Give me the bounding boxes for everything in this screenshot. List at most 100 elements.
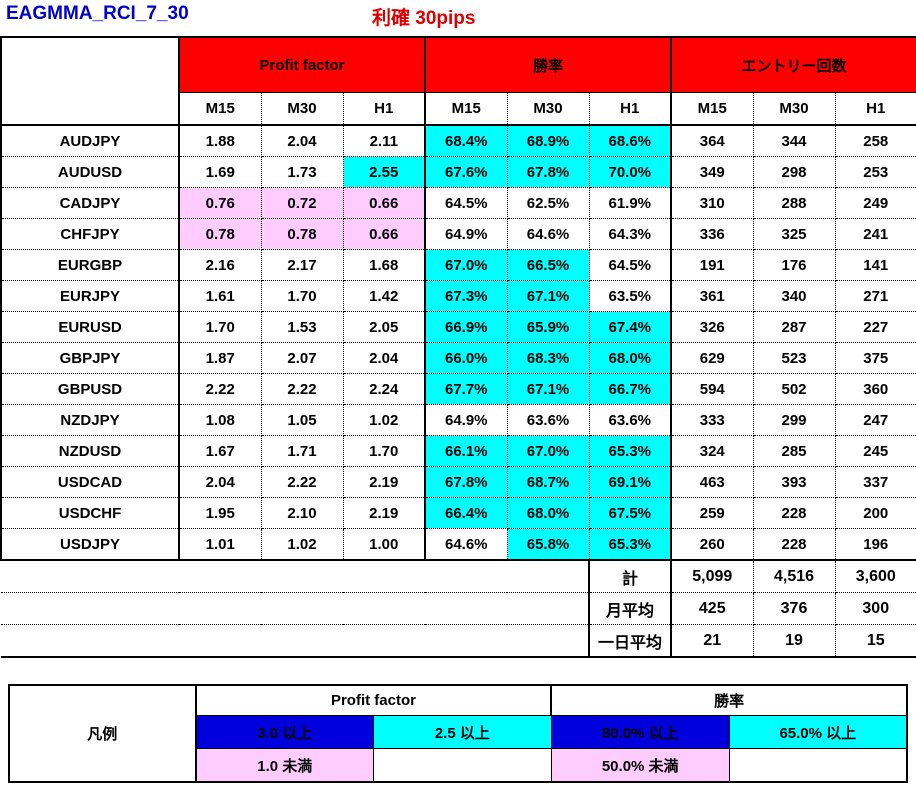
summary-label: 月平均 (588, 592, 672, 625)
cell-pf-h1: 2.19 (342, 466, 427, 498)
title-bar: EAGMMA_RCI_7_30 利確 30pips (0, 0, 916, 36)
cell-pf-h1: 0.66 (342, 218, 427, 250)
currency-pair-label: USDCHF (0, 497, 180, 529)
cell-entries-m15: 463 (670, 466, 754, 498)
summary-blank-cell (1, 559, 590, 593)
cell-wr-m15: 64.6% (424, 528, 508, 561)
th-en-m15: M15 (670, 92, 754, 126)
cell-pf-m15: 1.87 (178, 342, 262, 374)
table-legend-spacer (0, 658, 916, 684)
cell-pf-m15: 2.16 (178, 249, 262, 281)
cell-pf-m30: 2.10 (260, 497, 344, 529)
cell-entries-h1: 247 (834, 404, 916, 436)
summary-blank-cell (1, 592, 590, 625)
table-row: EURGBP 2.16 2.17 1.68 67.0% 66.5% 64.5% 191 176 1… (0, 249, 916, 281)
cell-wr-m15: 66.4% (424, 497, 508, 529)
summary-body: 計 5,099 4,516 3,600 月平均 425 376 300 一日平均 21 19 15 (1, 559, 916, 658)
table-body: AUDJPY 1.88 2.04 2.11 68.4% 68.9% 68.6% 364 344 2… (0, 124, 916, 561)
cell-wr-m15: 64.9% (424, 218, 508, 250)
summary-value-m15: 5,099 (670, 559, 754, 593)
cell-pf-h1: 2.19 (342, 497, 427, 529)
table-row: AUDUSD 1.69 1.73 2.55 67.6% 67.8% 70.0% 349 298 2… (0, 156, 916, 188)
cell-entries-h1: 141 (834, 249, 916, 281)
cell-entries-m15: 326 (670, 311, 754, 343)
cell-wr-m15: 64.9% (424, 404, 508, 436)
cell-pf-h1: 2.04 (342, 342, 427, 374)
cell-entries-m15: 259 (670, 497, 754, 529)
cell-wr-h1: 64.5% (588, 249, 673, 281)
legend-header-win-rate: 勝率 (551, 684, 908, 716)
cell-entries-m15: 260 (670, 528, 754, 561)
summary-value-m15: 21 (670, 624, 754, 658)
cell-entries-m15: 333 (670, 404, 754, 436)
table-row: EURJPY 1.61 1.70 1.42 67.3% 67.1% 63.5% 361 340 2… (0, 280, 916, 312)
cell-pf-m15: 1.70 (178, 311, 262, 343)
cell-entries-m30: 285 (752, 435, 836, 467)
group-header-profit-factor: Profit factor (177, 36, 427, 93)
cell-pf-h1: 2.55 (342, 156, 427, 188)
currency-pair-label: USDJPY (0, 528, 180, 561)
results-table: Profit factor 勝率 エントリー回数 M15 M30 H1 M15 … (0, 36, 916, 658)
cell-entries-m15: 594 (670, 373, 754, 405)
cell-entries-m30: 228 (752, 528, 836, 561)
cell-wr-h1: 68.0% (588, 342, 673, 374)
cell-wr-h1: 64.3% (588, 218, 673, 250)
cell-pf-h1: 0.66 (342, 187, 427, 219)
legend-cell-wr-mid: 65.0% 以上 (728, 715, 908, 749)
cell-wr-m15: 67.7% (424, 373, 508, 405)
cell-pf-h1: 2.05 (342, 311, 427, 343)
summary-value-m30: 4,516 (752, 559, 836, 593)
cell-wr-m30: 63.6% (506, 404, 590, 436)
cell-pf-m30: 0.78 (260, 218, 344, 250)
table-row: GBPUSD 2.22 2.22 2.24 67.7% 67.1% 66.7% 594 502 3… (0, 373, 916, 405)
group-header-entry-count: エントリー回数 (670, 36, 916, 93)
cell-wr-h1: 65.3% (588, 528, 673, 561)
cell-entries-m30: 287 (752, 311, 836, 343)
cell-pf-m30: 2.22 (260, 373, 344, 405)
cell-pf-m30: 1.71 (260, 435, 344, 467)
cell-pf-m15: 1.08 (178, 404, 262, 436)
cell-entries-m30: 344 (752, 124, 836, 157)
cell-wr-m15: 68.4% (424, 124, 508, 157)
cell-wr-m30: 64.6% (506, 218, 590, 250)
legend-cell-pf-mid: 2.5 以上 (372, 715, 552, 749)
cell-wr-h1: 67.5% (588, 497, 673, 529)
cell-wr-m30: 68.3% (506, 342, 590, 374)
summary-label: 計 (588, 559, 672, 593)
currency-pair-label: CHFJPY (0, 218, 180, 250)
cell-wr-m30: 68.0% (506, 497, 590, 529)
th-pf-m15: M15 (178, 92, 262, 126)
table-header: Profit factor 勝率 エントリー回数 M15 M30 H1 M15 … (0, 36, 916, 126)
cell-wr-m30: 67.8% (506, 156, 590, 188)
cell-wr-h1: 65.3% (588, 435, 673, 467)
table-row: USDCHF 1.95 2.10 2.19 66.4% 68.0% 67.5% 259 228 2… (0, 497, 916, 529)
currency-pair-label: NZDJPY (0, 404, 180, 436)
currency-pair-label: CADJPY (0, 187, 180, 219)
cell-entries-m15: 324 (670, 435, 754, 467)
summary-label: 一日平均 (588, 624, 672, 658)
table-row: NZDJPY 1.08 1.05 1.02 64.9% 63.6% 63.6% 333 299 2… (0, 404, 916, 436)
table-row: NZDUSD 1.67 1.71 1.70 66.1% 67.0% 65.3% 324 285 2… (0, 435, 916, 467)
cell-entries-h1: 249 (834, 187, 916, 219)
summary-row: 月平均 425 376 300 (1, 592, 916, 625)
cell-pf-m15: 1.01 (178, 528, 262, 561)
summary-row: 計 5,099 4,516 3,600 (1, 559, 916, 593)
cell-entries-m15: 191 (670, 249, 754, 281)
table-row: USDJPY 1.01 1.02 1.00 64.6% 65.8% 65.3% 260 228 1… (0, 528, 916, 561)
cell-pf-m15: 1.88 (178, 124, 262, 157)
cell-entries-h1: 227 (834, 311, 916, 343)
cell-pf-m30: 2.07 (260, 342, 344, 374)
cell-pf-h1: 1.42 (342, 280, 427, 312)
summary-row: 一日平均 21 19 15 (1, 624, 916, 658)
currency-pair-label: AUDUSD (0, 156, 180, 188)
profit-target-label: 利確 30pips (372, 8, 476, 29)
page-title: EAGMMA_RCI_7_30 (6, 3, 189, 24)
th-en-h1: H1 (834, 92, 916, 126)
cell-entries-h1: 200 (834, 497, 916, 529)
legend-cell-wr-low: 50.0% 未満 (550, 748, 730, 783)
cell-wr-m15: 67.0% (424, 249, 508, 281)
legend-cell-pf-empty (372, 748, 552, 783)
table-row: AUDJPY 1.88 2.04 2.11 68.4% 68.9% 68.6% 364 344 2… (0, 124, 916, 157)
cell-entries-h1: 375 (834, 342, 916, 374)
currency-pair-label: GBPJPY (0, 342, 180, 374)
